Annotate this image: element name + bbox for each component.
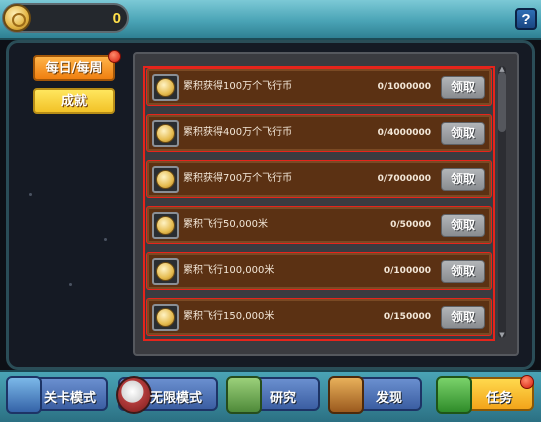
achievement-label: 累积获得100万个飞行币 [183,81,293,92]
stage-icon [6,376,42,414]
nav-label: 发现 [376,391,403,406]
claim-button[interactable]: 领取 [441,306,485,329]
tab-achievements[interactable]: 成就 [33,88,115,114]
achievement-label: 累积获得400万个飞行币 [183,127,293,138]
achievement-row: 累积获得700万个飞行币 0/7000000 领取 [147,161,491,197]
stopwatch-icon [116,376,152,414]
coin-icon [152,258,179,285]
star-decoration [29,193,32,196]
nav-label: 任务 [486,391,513,406]
achievement-progress: 0/100000 [383,266,431,276]
claim-button[interactable]: 领取 [441,122,485,145]
treasure-chest-icon [328,376,364,414]
nav-label: 研究 [270,391,297,406]
flag-icon [436,376,472,414]
achievement-label: 累积飞行150,000米 [183,311,275,322]
achievement-label: 累积飞行50,000米 [183,219,268,230]
claim-button[interactable]: 领取 [441,168,485,191]
achievement-progress: 0/1000000 [377,82,431,92]
nav-stage-mode-button[interactable]: 关卡模式 [6,376,108,414]
achievement-row: 累积获得100万个飞行币 0/1000000 领取 [147,69,491,105]
coin-icon [152,166,179,193]
nav-endless-mode-button[interactable]: 无限模式 [116,376,218,414]
coin-icon [3,4,31,32]
claim-button[interactable]: 领取 [441,260,485,283]
claim-button[interactable]: 领取 [441,76,485,99]
tab-daily-weekly[interactable]: 每日/每周 [33,55,115,81]
nav-discover-button[interactable]: 发现 [328,376,422,414]
coin-icon [152,120,179,147]
book-icon [226,376,262,414]
achievement-row: 累积飞行50,000米 0/50000 领取 [147,207,491,243]
star-decoration [104,238,107,241]
scrollbar[interactable]: ▲ ▼ [498,66,506,339]
nav-research-button[interactable]: 研究 [226,376,320,414]
achievement-progress: 0/4000000 [377,128,431,138]
claim-button[interactable]: 领取 [441,214,485,237]
star-decoration [69,283,72,286]
achievement-row: 累积飞行100,000米 0/100000 领取 [147,253,491,289]
scroll-down-icon[interactable]: ▼ [498,332,506,339]
achievement-row: 累积获得400万个飞行币 0/4000000 领取 [147,115,491,151]
nav-label: 无限模式 [150,391,203,406]
coin-icon [152,304,179,331]
scroll-thumb[interactable] [498,72,506,132]
coin-icon [152,74,179,101]
achievement-progress: 0/50000 [390,220,431,230]
achievement-label: 累积获得700万个飞行币 [183,173,293,184]
achievement-row: 累积飞行150,000米 0/150000 领取 [147,299,491,335]
nav-tasks-button[interactable]: 任务 [436,375,534,414]
achievement-progress: 0/7000000 [377,174,431,184]
coin-icon [152,212,179,239]
notification-dot [520,375,534,389]
coin-balance: 0 [2,3,129,33]
achievement-label: 累积飞行100,000米 [183,265,275,276]
help-button[interactable]: ? [515,8,537,30]
notification-dot [108,50,121,63]
coin-count: 0 [112,10,121,27]
achievement-progress: 0/150000 [383,312,431,322]
nav-label: 关卡模式 [44,391,97,406]
